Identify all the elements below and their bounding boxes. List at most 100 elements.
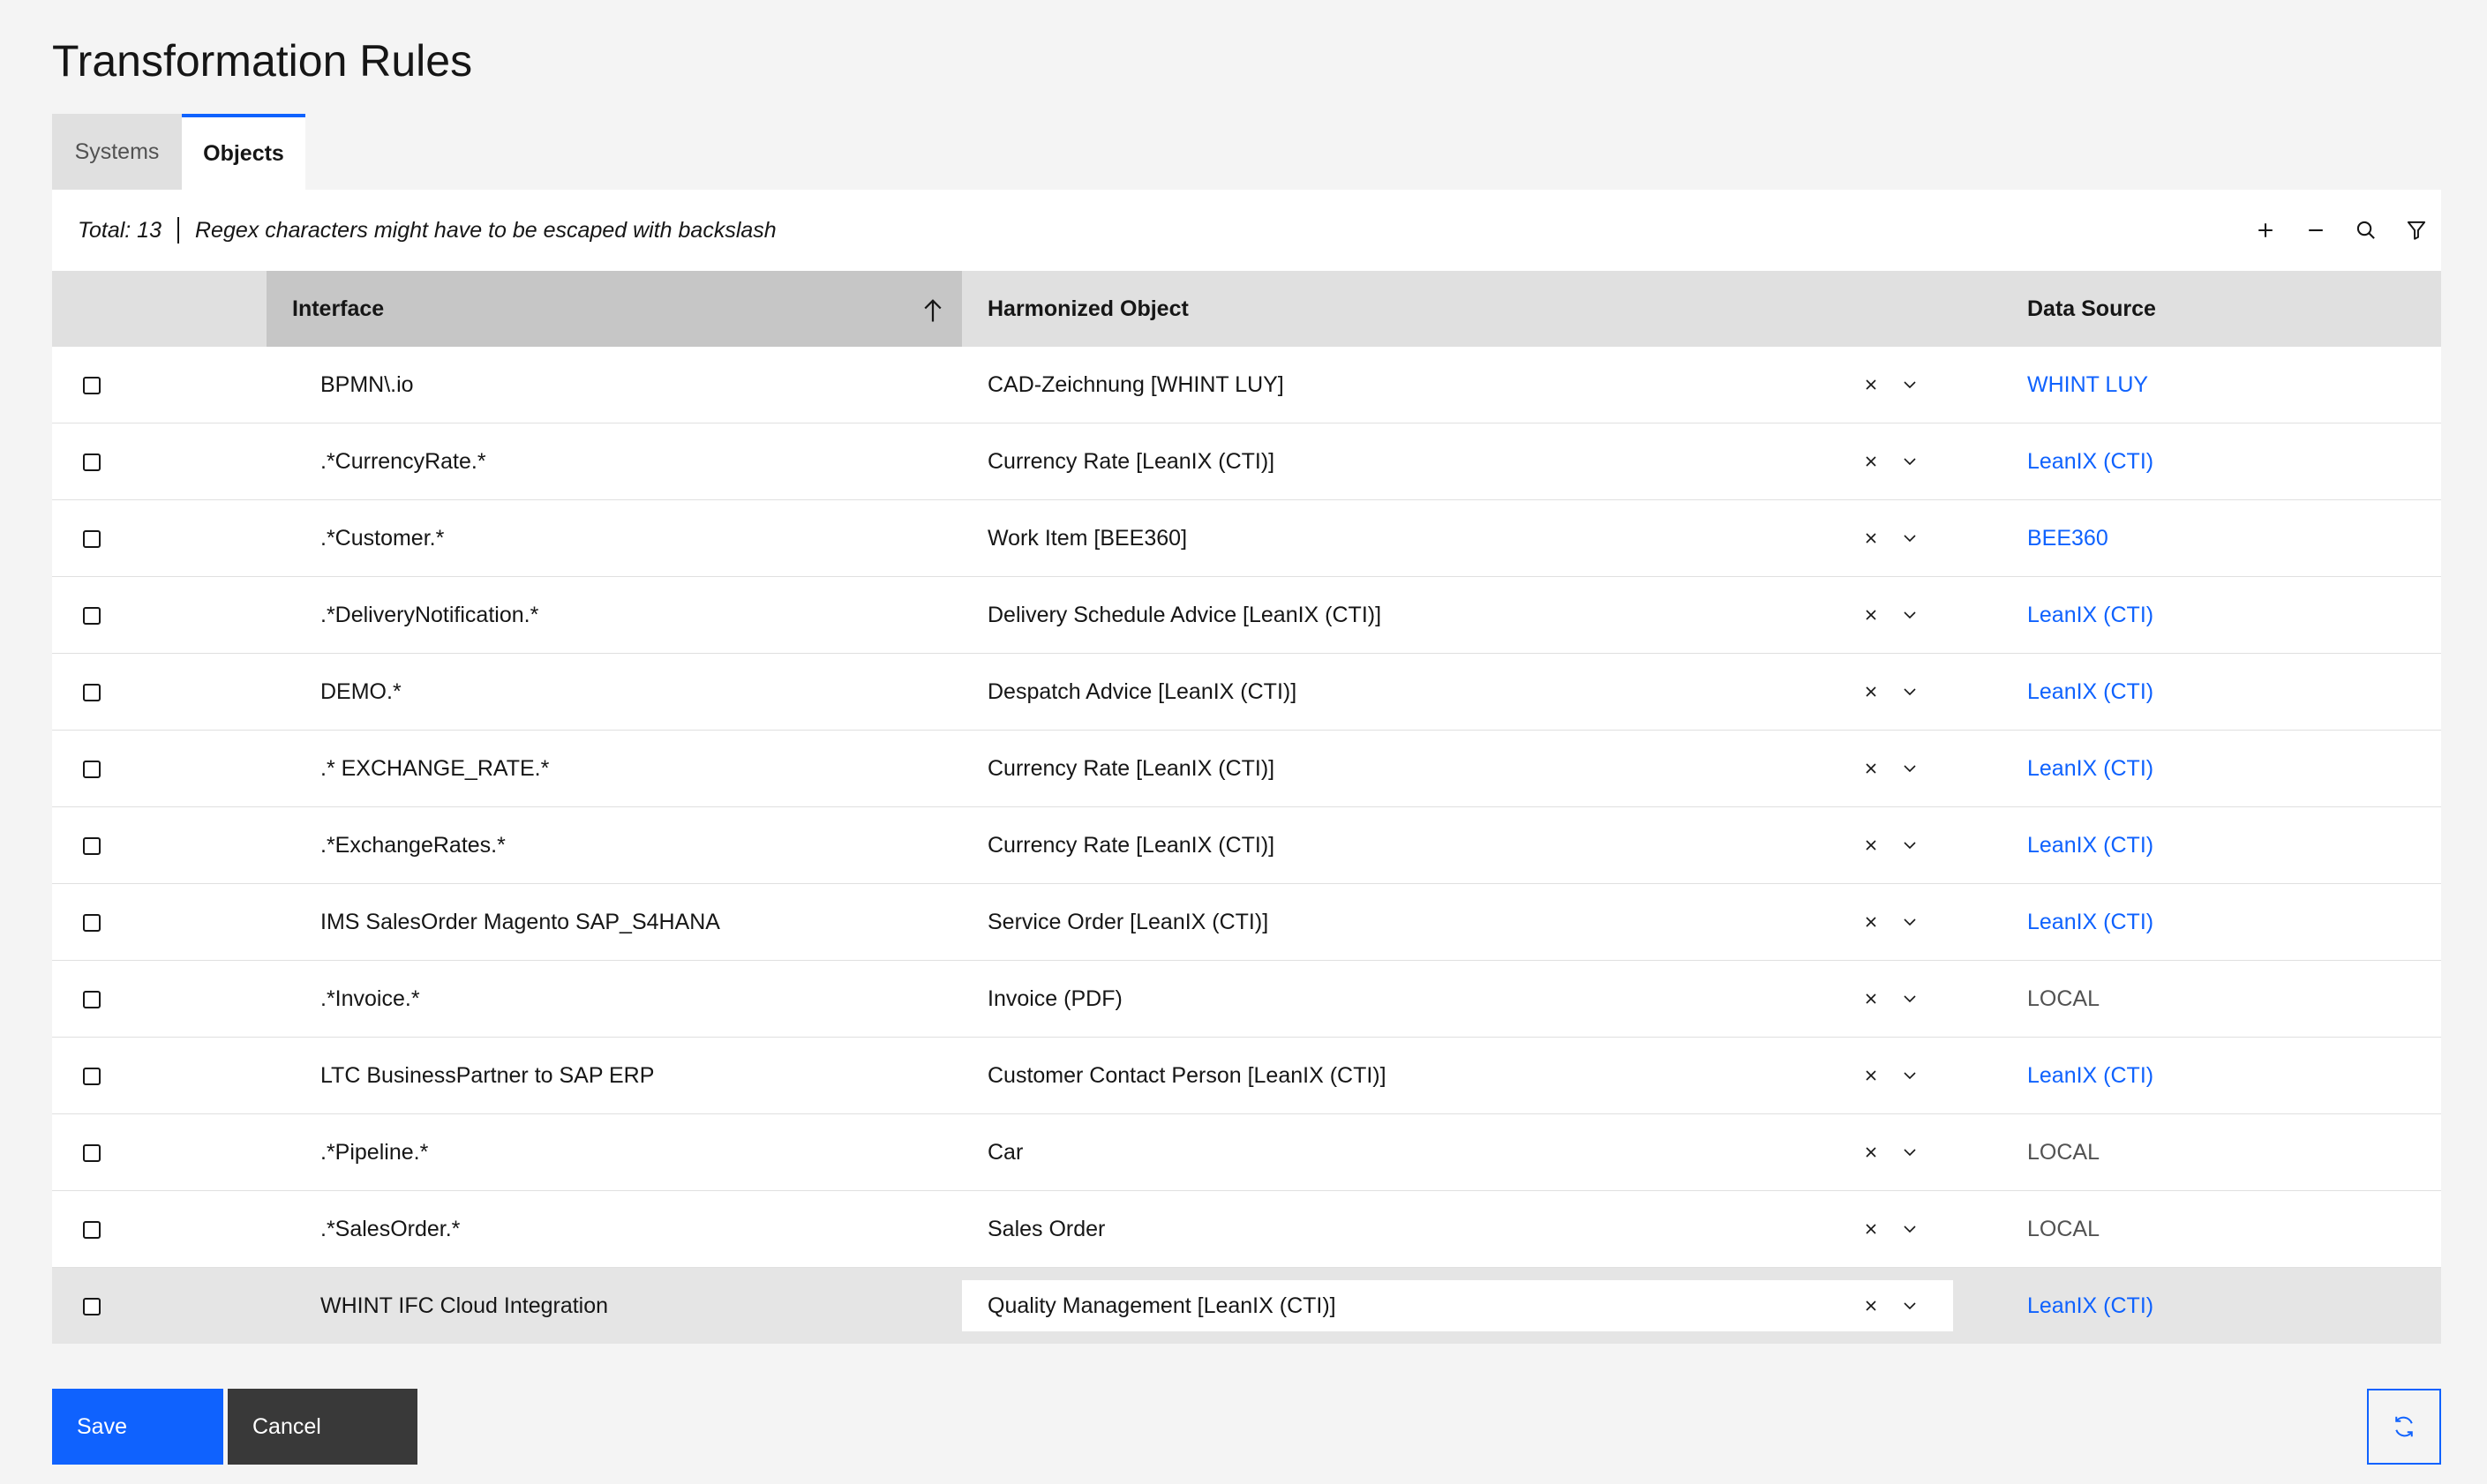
data-source-link[interactable]: BEE360 <box>2027 526 2108 551</box>
table-row[interactable]: .*Invoice.* Invoice (PDF) LOCAL <box>52 960 2441 1038</box>
minus-icon[interactable] <box>2290 206 2340 256</box>
data-source-column-header[interactable]: Data Source <box>2027 271 2441 347</box>
data-source-cell: LOCAL <box>2027 960 2441 1038</box>
row-checkbox[interactable] <box>83 376 101 394</box>
clear-icon[interactable] <box>1858 602 1884 628</box>
row-checkbox[interactable] <box>83 760 101 778</box>
chevron-down-icon[interactable] <box>1897 1293 1923 1319</box>
chevron-down-icon[interactable] <box>1897 1139 1923 1165</box>
chevron-down-icon[interactable] <box>1897 525 1923 551</box>
harmonized-object-combobox[interactable]: Delivery Schedule Advice [LeanIX (CTI)] <box>962 589 1953 641</box>
harmonized-object-combobox[interactable]: Sales Order <box>962 1203 1953 1255</box>
table-row[interactable]: .*CurrencyRate.* Currency Rate [LeanIX (… <box>52 423 2441 500</box>
harmonized-object-combobox[interactable]: Currency Rate [LeanIX (CTI)] <box>962 436 1953 487</box>
row-checkbox[interactable] <box>83 453 101 471</box>
search-icon[interactable] <box>2340 206 2391 256</box>
chevron-down-icon[interactable] <box>1897 986 1923 1012</box>
harmonized-object-combobox[interactable]: Service Order [LeanIX (CTI)] <box>962 896 1953 948</box>
table-row[interactable]: .*Customer.* Work Item [BEE360] BEE360 <box>52 499 2441 577</box>
chevron-down-icon[interactable] <box>1897 448 1923 475</box>
row-checkbox[interactable] <box>83 1220 101 1239</box>
table-row[interactable]: .*Pipeline.* Car LOCAL <box>52 1113 2441 1191</box>
harmonized-object-combobox[interactable]: Work Item [BEE360] <box>962 513 1953 564</box>
save-button[interactable]: Save <box>52 1389 223 1465</box>
refresh-button[interactable] <box>2367 1389 2441 1465</box>
plus-icon[interactable] <box>2240 206 2290 256</box>
chevron-down-icon[interactable] <box>1897 1216 1923 1242</box>
chevron-down-icon[interactable] <box>1897 371 1923 398</box>
harmonized-object-combobox[interactable]: Car <box>962 1127 1953 1178</box>
interface-cell: .*ExchangeRates.* <box>267 806 962 884</box>
table-row[interactable]: LTC BusinessPartner to SAP ERP Customer … <box>52 1037 2441 1114</box>
table-row[interactable]: WHINT IFC Cloud Integration Quality Mana… <box>52 1267 2441 1344</box>
row-checkbox[interactable] <box>83 606 101 625</box>
tab-objects[interactable]: Objects <box>182 114 305 190</box>
row-checkbox[interactable] <box>83 836 101 855</box>
clear-icon[interactable] <box>1858 1293 1884 1319</box>
clear-icon[interactable] <box>1858 525 1884 551</box>
data-source-label: LOCAL <box>2027 986 2100 1011</box>
data-source-link[interactable]: LeanIX (CTI) <box>2027 603 2153 627</box>
row-checkbox[interactable] <box>83 1143 101 1162</box>
tab-systems[interactable]: Systems <box>52 114 182 190</box>
chevron-down-icon[interactable] <box>1897 832 1923 858</box>
data-source-link[interactable]: LeanIX (CTI) <box>2027 756 2153 781</box>
table-row[interactable]: DEMO.* Despatch Advice [LeanIX (CTI)] Le… <box>52 653 2441 731</box>
data-source-link[interactable]: WHINT LUY <box>2027 372 2148 397</box>
cancel-button[interactable]: Cancel <box>228 1389 417 1465</box>
clear-icon[interactable] <box>1858 678 1884 705</box>
table-row[interactable]: IMS SalesOrder Magento SAP_S4HANA Servic… <box>52 883 2441 961</box>
clear-icon[interactable] <box>1858 832 1884 858</box>
harmonized-object-combobox[interactable]: Currency Rate [LeanIX (CTI)] <box>962 820 1953 871</box>
table-row[interactable]: .* EXCHANGE_RATE.* Currency Rate [LeanIX… <box>52 730 2441 807</box>
harmonized-object-combobox[interactable]: Invoice (PDF) <box>962 973 1953 1024</box>
interface-cell: .*Customer.* <box>267 499 962 577</box>
table-row[interactable]: .*ExchangeRates.* Currency Rate [LeanIX … <box>52 806 2441 884</box>
data-source-link[interactable]: LeanIX (CTI) <box>2027 1063 2153 1088</box>
clear-icon[interactable] <box>1858 371 1884 398</box>
clear-icon[interactable] <box>1858 1139 1884 1165</box>
interface-column-header[interactable]: Interface <box>267 271 962 347</box>
data-source-link[interactable]: LeanIX (CTI) <box>2027 679 2153 704</box>
chevron-down-icon[interactable] <box>1897 909 1923 935</box>
harmonized-object-combobox[interactable]: Despatch Advice [LeanIX (CTI)] <box>962 666 1953 717</box>
data-source-link[interactable]: LeanIX (CTI) <box>2027 1293 2153 1318</box>
sort-ascending-icon[interactable] <box>921 297 944 324</box>
table-header-row: Interface Harmonized Object Data Source <box>52 271 2441 347</box>
harmonized-object-combobox[interactable]: CAD-Zeichnung [WHINT LUY] <box>962 359 1953 410</box>
row-checkbox[interactable] <box>83 1297 101 1315</box>
row-select-cell <box>52 1190 267 1268</box>
table-row[interactable]: .*SalesOrder.* Sales Order LOCAL <box>52 1190 2441 1268</box>
clear-icon[interactable] <box>1858 909 1884 935</box>
harmonized-object-value: Despatch Advice [LeanIX (CTI)] <box>988 678 1297 704</box>
data-source-link[interactable]: LeanIX (CTI) <box>2027 910 2153 934</box>
row-checkbox[interactable] <box>83 683 101 701</box>
table-row[interactable]: .*DeliveryNotification.* Delivery Schedu… <box>52 576 2441 654</box>
clear-icon[interactable] <box>1858 986 1884 1012</box>
row-checkbox[interactable] <box>83 1067 101 1085</box>
interface-cell: WHINT IFC Cloud Integration <box>267 1267 962 1344</box>
filter-icon[interactable] <box>2391 206 2441 256</box>
chevron-down-icon[interactable] <box>1897 1062 1923 1089</box>
data-source-header-label: Data Source <box>2027 296 2156 321</box>
row-select-cell <box>52 653 267 731</box>
data-source-link[interactable]: LeanIX (CTI) <box>2027 449 2153 474</box>
harmonized-object-combobox[interactable]: Quality Management [LeanIX (CTI)] <box>962 1280 1953 1331</box>
clear-icon[interactable] <box>1858 755 1884 782</box>
harmonized-object-value: Delivery Schedule Advice [LeanIX (CTI)] <box>988 602 1382 627</box>
chevron-down-icon[interactable] <box>1897 755 1923 782</box>
row-checkbox[interactable] <box>83 529 101 548</box>
harmonized-object-combobox[interactable]: Customer Contact Person [LeanIX (CTI)] <box>962 1050 1953 1101</box>
clear-icon[interactable] <box>1858 1216 1884 1242</box>
harmonized-object-column-header[interactable]: Harmonized Object <box>962 271 2027 347</box>
row-checkbox[interactable] <box>83 990 101 1008</box>
data-source-cell: BEE360 <box>2027 499 2441 577</box>
clear-icon[interactable] <box>1858 1062 1884 1089</box>
chevron-down-icon[interactable] <box>1897 602 1923 628</box>
chevron-down-icon[interactable] <box>1897 678 1923 705</box>
row-checkbox[interactable] <box>83 913 101 932</box>
data-source-link[interactable]: LeanIX (CTI) <box>2027 833 2153 858</box>
harmonized-object-combobox[interactable]: Currency Rate [LeanIX (CTI)] <box>962 743 1953 794</box>
clear-icon[interactable] <box>1858 448 1884 475</box>
table-row[interactable]: BPMN\.io CAD-Zeichnung [WHINT LUY] WHINT… <box>52 347 2441 423</box>
